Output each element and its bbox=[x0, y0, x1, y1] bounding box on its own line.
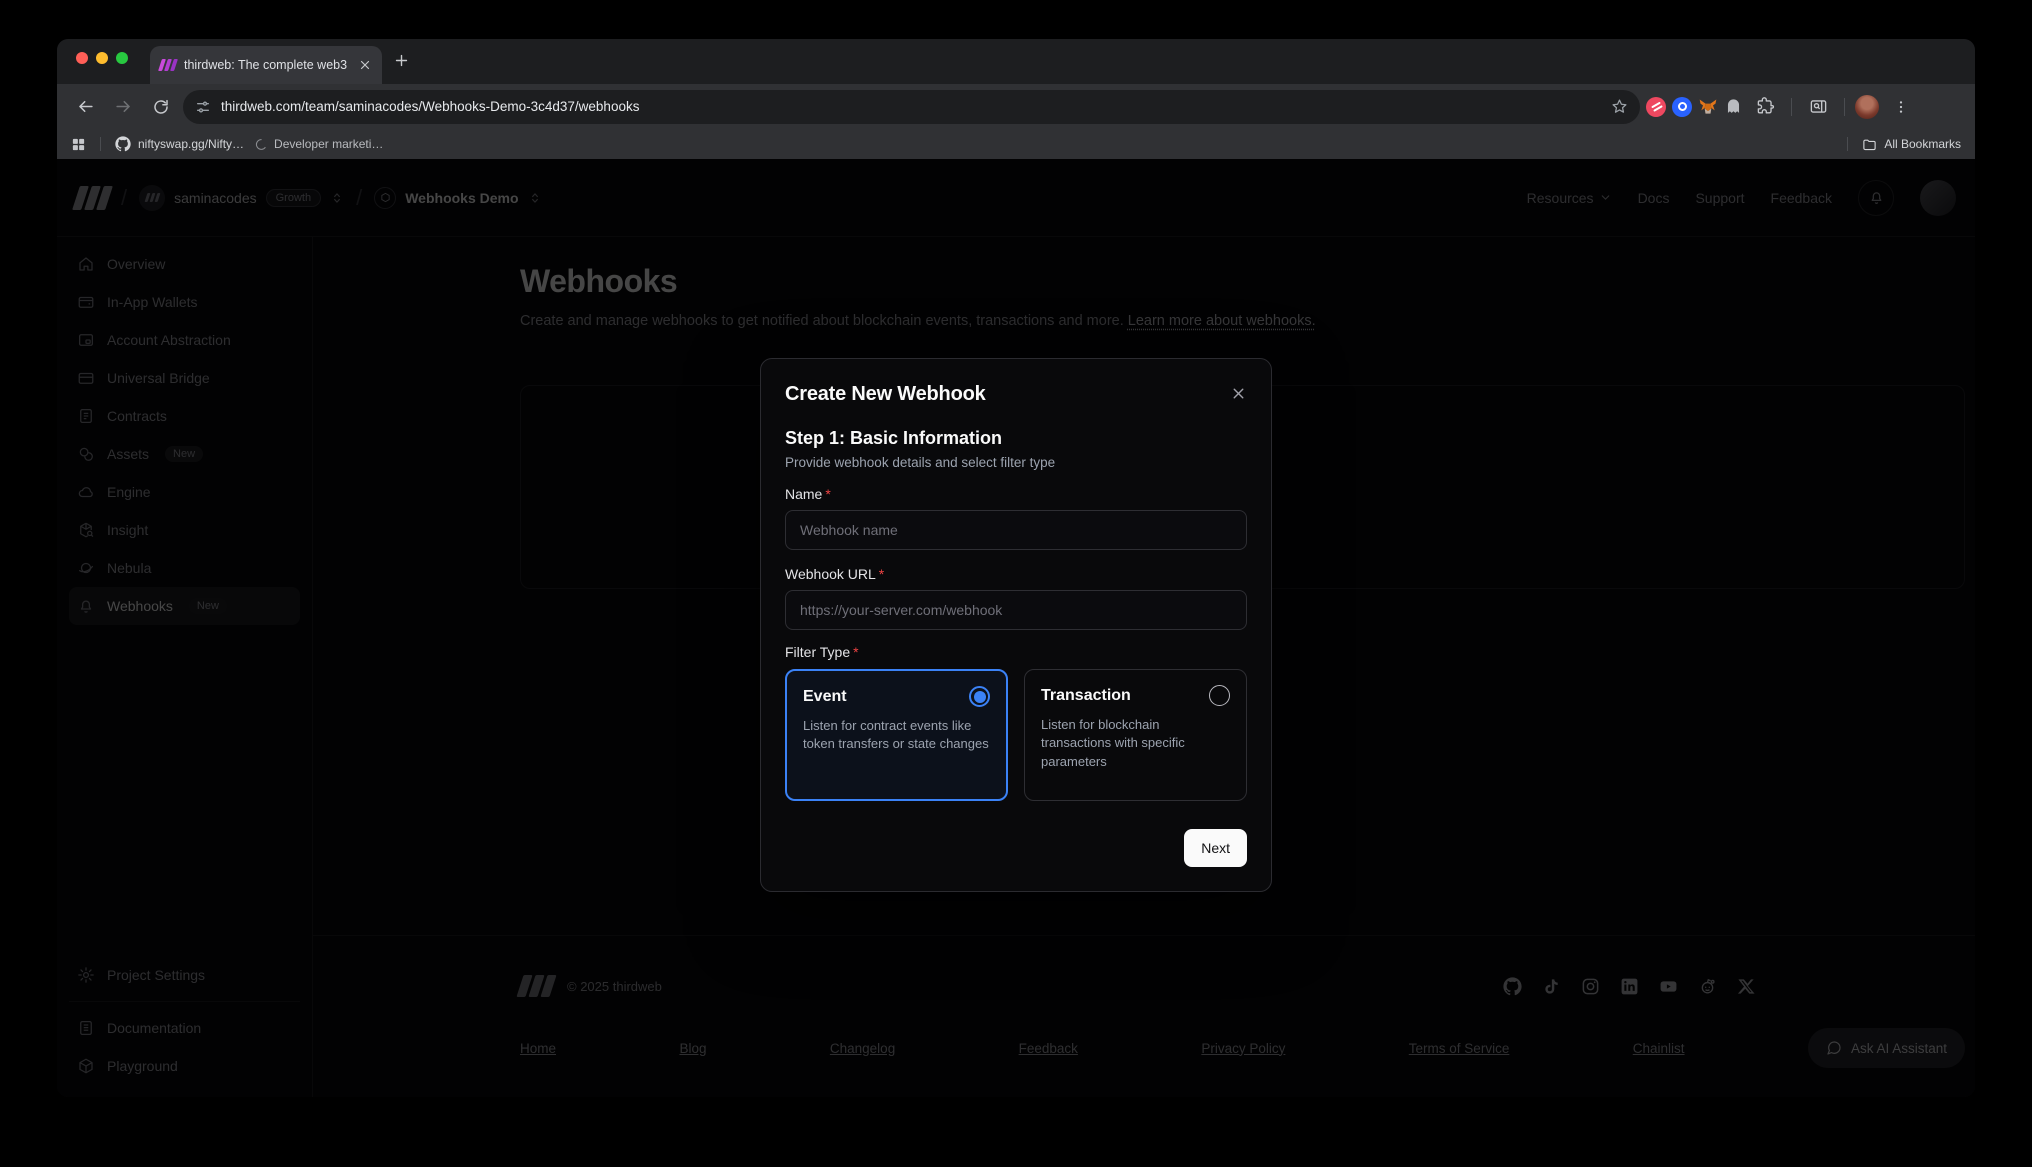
extension-icon-blue[interactable] bbox=[1672, 97, 1692, 117]
forward-button[interactable] bbox=[107, 91, 139, 123]
browser-profile-avatar[interactable] bbox=[1855, 95, 1879, 119]
url-label: Webhook URL* bbox=[785, 566, 1247, 582]
all-bookmarks-button[interactable]: All Bookmarks bbox=[1862, 137, 1961, 152]
maximize-window-button[interactable] bbox=[116, 52, 128, 64]
webhook-name-input[interactable] bbox=[785, 510, 1247, 550]
apps-grid-icon[interactable] bbox=[71, 137, 86, 152]
thirdweb-favicon bbox=[160, 59, 176, 71]
required-mark: * bbox=[853, 644, 858, 660]
modal-title: Create New Webhook bbox=[785, 383, 986, 406]
browser-toolbar: thirdweb.com/team/saminacodes/Webhooks-D… bbox=[57, 84, 1975, 129]
filter-option-transaction[interactable]: Transaction Listen for blockchain transa… bbox=[1024, 669, 1247, 801]
filter-option-event[interactable]: Event Listen for contract events like to… bbox=[785, 669, 1008, 801]
metamask-extension-icon[interactable] bbox=[1698, 97, 1718, 117]
required-mark: * bbox=[879, 566, 884, 582]
bookmark-favicon bbox=[254, 138, 267, 151]
site-settings-icon[interactable] bbox=[195, 99, 211, 115]
desktop: thirdweb: The complete web3 thir bbox=[0, 0, 2032, 1167]
ghost-extension-icon[interactable] bbox=[1724, 97, 1743, 116]
bookmark-item[interactable]: niftyswap.gg/Nifty… bbox=[115, 136, 244, 152]
url-bar[interactable]: thirdweb.com/team/saminacodes/Webhooks-D… bbox=[183, 90, 1640, 124]
browser-tab[interactable]: thirdweb: The complete web3 bbox=[150, 46, 382, 84]
minimize-window-button[interactable] bbox=[96, 52, 108, 64]
bookmark-star-icon[interactable] bbox=[1611, 98, 1628, 115]
tab-close-icon[interactable] bbox=[358, 58, 372, 72]
tab-title: thirdweb: The complete web3 bbox=[184, 58, 350, 72]
bookmarks-bar: niftyswap.gg/Nifty… Developer marketi… A… bbox=[57, 129, 1975, 159]
back-button[interactable] bbox=[69, 91, 101, 123]
browser-menu-icon[interactable] bbox=[1885, 91, 1917, 123]
browser-window: thirdweb: The complete web3 thir bbox=[57, 39, 1975, 1097]
next-button[interactable]: Next bbox=[1184, 829, 1247, 867]
folder-icon bbox=[1862, 137, 1877, 152]
reload-button[interactable] bbox=[145, 91, 177, 123]
radio-selected-icon bbox=[969, 686, 990, 707]
step-title: Step 1: Basic Information bbox=[785, 428, 1247, 449]
radio-unselected-icon bbox=[1209, 685, 1230, 706]
tab-bar: thirdweb: The complete web3 bbox=[57, 39, 1975, 84]
bookmark-item[interactable]: Developer marketi… bbox=[254, 137, 383, 151]
required-mark: * bbox=[825, 486, 830, 502]
create-webhook-modal: Create New Webhook Step 1: Basic Informa… bbox=[760, 358, 1272, 892]
extensions-puzzle-icon[interactable] bbox=[1749, 91, 1781, 123]
github-icon bbox=[115, 136, 131, 152]
filter-type-label: Filter Type* bbox=[785, 644, 1247, 660]
url-text: thirdweb.com/team/saminacodes/Webhooks-D… bbox=[221, 99, 1601, 114]
extension-icon-red[interactable] bbox=[1646, 97, 1666, 117]
new-tab-button[interactable] bbox=[393, 52, 410, 69]
window-controls bbox=[76, 52, 128, 64]
name-label: Name* bbox=[785, 486, 1247, 502]
step-subtitle: Provide webhook details and select filte… bbox=[785, 455, 1247, 470]
side-panel-search-icon[interactable] bbox=[1802, 91, 1834, 123]
webhook-url-input[interactable] bbox=[785, 590, 1247, 630]
close-icon[interactable] bbox=[1230, 385, 1247, 402]
close-window-button[interactable] bbox=[76, 52, 88, 64]
